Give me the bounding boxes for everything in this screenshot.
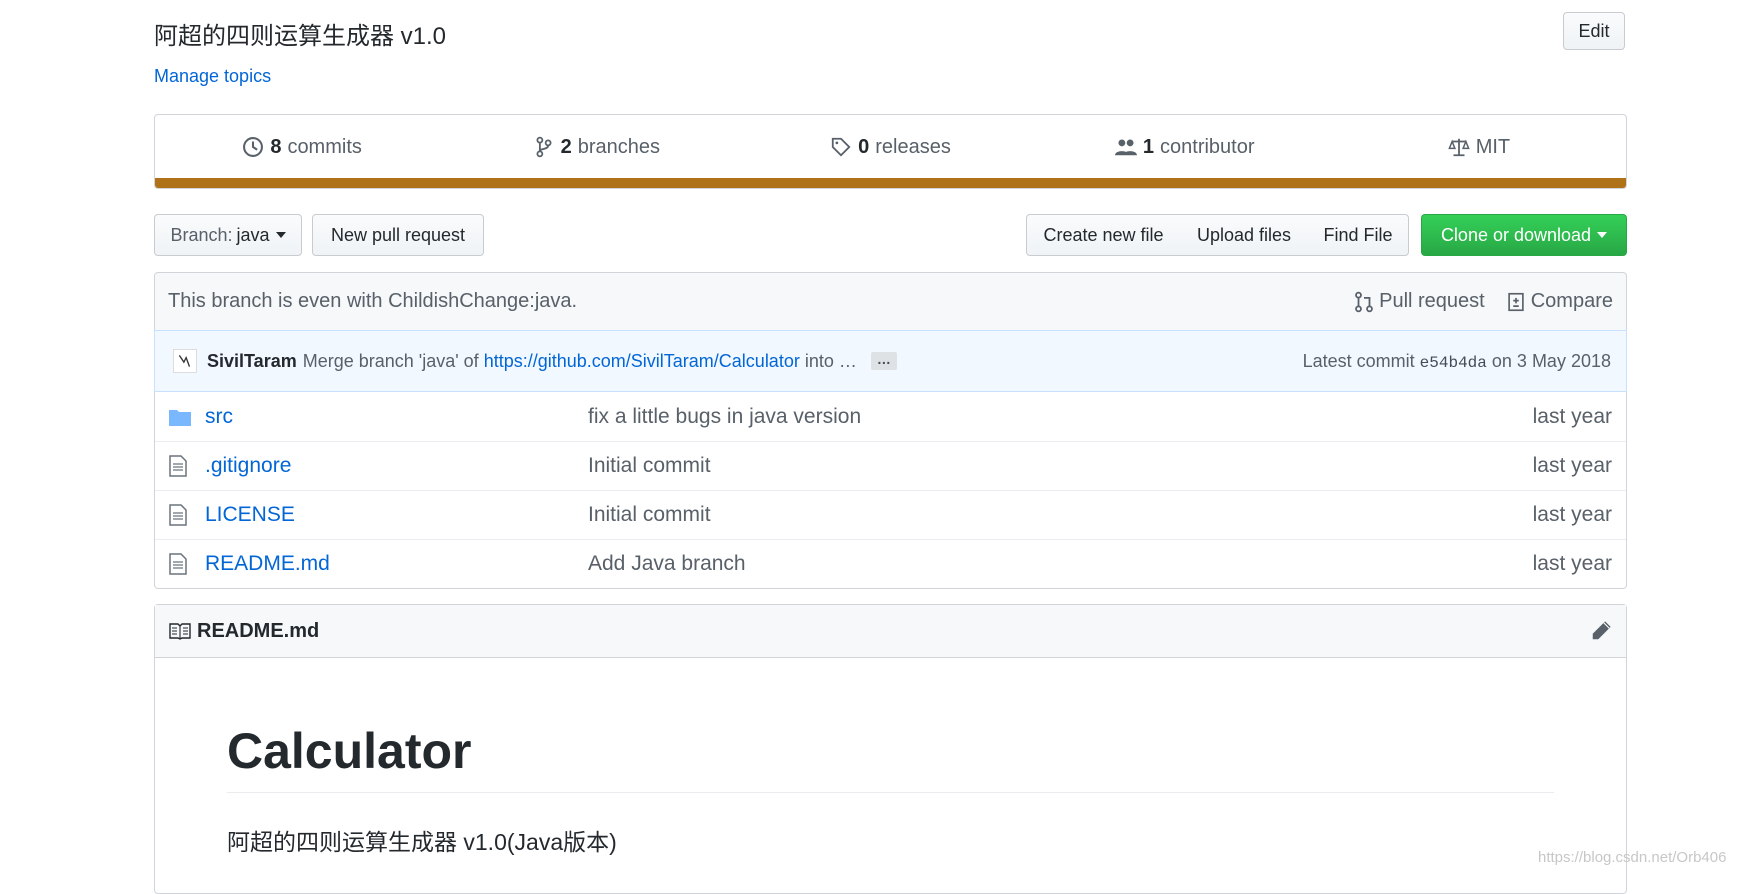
contributors-link[interactable]: 1 contributor xyxy=(1038,136,1332,159)
readme-heading: Calculator xyxy=(227,722,1554,793)
readme-panel: README.md Calculator 阿超的四则运算生成器 v1.0(Jav… xyxy=(154,604,1627,894)
file-age: last year xyxy=(1532,404,1612,428)
readme-paragraph: 阿超的四则运算生成器 v1.0(Java版本) xyxy=(227,829,617,855)
table-row: LICENSE Initial commit last year xyxy=(155,490,1626,539)
diff-icon xyxy=(1508,292,1524,311)
file-list: src fix a little bugs in java version la… xyxy=(154,392,1627,589)
caret-down-icon xyxy=(1597,232,1608,238)
numbers-summary: 8 commits 2 branches 0 releases 1 contri… xyxy=(154,114,1627,189)
clone-label: Clone or download xyxy=(1440,224,1592,245)
license-label: MIT xyxy=(1475,135,1511,158)
commits-link[interactable]: 8 commits xyxy=(155,136,449,159)
law-icon xyxy=(1447,138,1470,157)
branch-status-bar: This branch is even with ChildishChange:… xyxy=(154,272,1627,330)
pull-request-link[interactable]: Pull request xyxy=(1353,290,1485,313)
file-age: last year xyxy=(1532,454,1612,477)
pull-request-label: Pull request xyxy=(1379,290,1485,312)
commit-message-prefix[interactable]: Merge branch 'java' of xyxy=(303,351,479,372)
edit-description-button[interactable]: Edit xyxy=(1563,12,1625,50)
license-link[interactable]: MIT xyxy=(1332,136,1626,159)
contributors-label: contributor xyxy=(1160,135,1255,158)
watermark: https://blog.csdn.net/Orb406 xyxy=(1538,849,1727,866)
compare-link[interactable]: Compare xyxy=(1505,290,1613,313)
table-row: src fix a little bugs in java version la… xyxy=(155,392,1626,441)
file-age: last year xyxy=(1532,503,1612,526)
language-bar[interactable] xyxy=(155,178,1626,188)
readme-body: Calculator 阿超的四则运算生成器 v1.0(Java版本) xyxy=(155,722,1626,857)
caret-down-icon xyxy=(275,232,286,238)
file-age: last year xyxy=(1532,552,1612,575)
file-text-icon xyxy=(169,455,187,477)
folder-icon xyxy=(169,409,191,426)
branch-status-text: This branch is even with ChildishChange:… xyxy=(168,290,578,312)
file-commit-message[interactable]: Initial commit xyxy=(588,454,1472,478)
commits-count: 8 xyxy=(270,135,282,158)
commit-message-link[interactable]: https://github.com/SivilTaram/Calculator xyxy=(484,351,800,372)
file-name-link[interactable]: LICENSE xyxy=(205,503,588,527)
file-commit-message[interactable]: fix a little bugs in java version xyxy=(588,405,1472,429)
branches-label: branches xyxy=(577,135,660,158)
releases-label: releases xyxy=(875,135,951,158)
readme-header: README.md xyxy=(155,605,1626,658)
file-name-link[interactable]: README.md xyxy=(205,552,588,576)
latest-commit-bar: SivilTaram Merge branch 'java' of https:… xyxy=(154,330,1627,392)
readme-filename: README.md xyxy=(197,619,320,642)
file-commit-message[interactable]: Add Java branch xyxy=(588,552,1472,576)
file-commit-message[interactable]: Initial commit xyxy=(588,503,1472,527)
find-file-button[interactable]: Find File xyxy=(1308,214,1409,256)
commit-message-suffix[interactable]: into … xyxy=(805,351,857,372)
new-pull-request-button[interactable]: New pull request xyxy=(312,214,484,256)
git-pull-request-icon xyxy=(1355,291,1373,312)
avatar-sketch-icon xyxy=(178,355,191,367)
table-row: .gitignore Initial commit last year xyxy=(155,441,1626,490)
clone-or-download-button[interactable]: Clone or download xyxy=(1421,214,1627,256)
latest-commit-label: Latest commit xyxy=(1302,350,1415,371)
pencil-icon[interactable] xyxy=(1590,620,1612,642)
contributors-count: 1 xyxy=(1142,135,1155,158)
releases-link[interactable]: 0 releases xyxy=(743,136,1037,159)
commit-sha-link[interactable]: e54b4da xyxy=(1420,354,1487,372)
upload-files-button[interactable]: Upload files xyxy=(1180,214,1309,256)
history-icon xyxy=(243,137,264,157)
commit-date: on 3 May 2018 xyxy=(1491,350,1611,371)
git-branch-icon xyxy=(536,136,552,158)
file-name-link[interactable]: src xyxy=(205,405,588,429)
commits-label: commits xyxy=(287,135,362,158)
manage-topics-link[interactable]: Manage topics xyxy=(154,66,271,87)
file-name-link[interactable]: .gitignore xyxy=(205,454,588,478)
avatar[interactable] xyxy=(173,349,197,373)
branch-select-button[interactable]: Branch: java xyxy=(154,214,302,256)
repo-description: 阿超的四则运算生成器 v1.0 xyxy=(154,23,447,50)
expand-commit-button[interactable]: … xyxy=(870,352,897,370)
branches-link[interactable]: 2 branches xyxy=(449,136,743,159)
table-row: README.md Add Java branch last year xyxy=(155,539,1626,588)
create-new-file-button[interactable]: Create new file xyxy=(1026,214,1181,256)
latest-commit-info: Latest commit e54b4da on 3 May 2018 xyxy=(1303,351,1611,372)
branch-prefix: Branch: xyxy=(170,224,233,245)
people-icon xyxy=(1114,139,1137,156)
releases-count: 0 xyxy=(858,135,870,158)
branches-count: 2 xyxy=(560,135,572,158)
tag-icon xyxy=(831,137,851,157)
commit-author[interactable]: SivilTaram xyxy=(207,351,297,372)
branch-name: java xyxy=(236,224,270,245)
compare-label: Compare xyxy=(1530,290,1613,312)
file-text-icon xyxy=(169,553,187,575)
file-text-icon xyxy=(169,504,187,526)
book-icon xyxy=(169,623,191,640)
